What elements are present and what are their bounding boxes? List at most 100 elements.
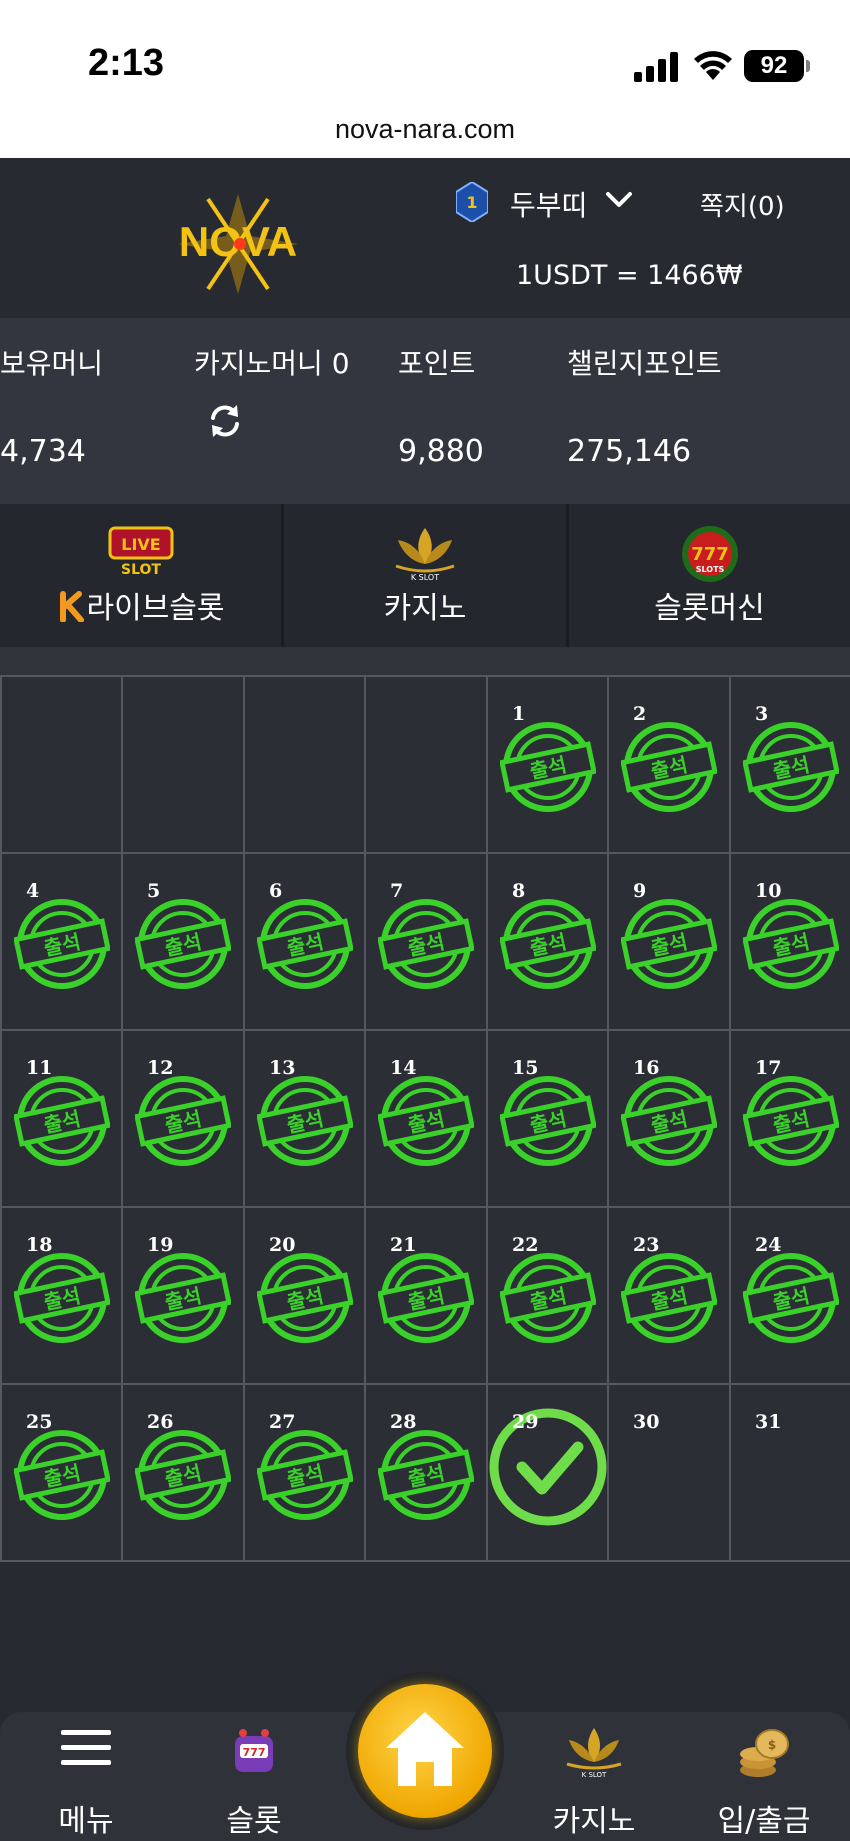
nav-casino[interactable]: K SLOT 카지노 [524,1712,664,1841]
attendance-stamp-icon: 출석 [135,1430,231,1520]
calendar-day-number: 8 [512,880,526,902]
hamburger-icon [61,1730,111,1765]
nav-slot[interactable]: 777 슬롯 [184,1712,324,1841]
balance-panel: 보유머니 4,734 카지노머니 0 포인트 9,880 챌린지포인트 275,… [0,318,850,504]
calendar-day-number: 11 [26,1057,53,1079]
nav-deposit-withdraw-label: 입/출금 [717,1804,811,1839]
calendar-day-cell: 출석 4 [0,852,123,1031]
calendar-day-number: 20 [269,1234,296,1256]
calendar-day-cell: 출석 17 [729,1029,850,1208]
attendance-stamp-icon: 출석 [135,1253,231,1343]
check-circle-icon [489,1408,607,1526]
calendar-day-number: 18 [26,1234,53,1256]
nav-menu-label: 메뉴 [58,1804,114,1839]
svg-text:$: $ [768,1738,776,1752]
calendar-day-cell: 출석 15 [486,1029,609,1208]
calendar-day-number: 14 [390,1057,417,1079]
calendar-day-cell: 출석 8 [486,852,609,1031]
k-slot-lotus-logo-icon: K SLOT [395,528,455,582]
slot-machine-icon: 777 [235,1729,273,1772]
attendance-stamp-icon: 출석 [500,722,596,812]
url-bar[interactable]: nova-nara.com [0,100,850,158]
calendar-day-number: 23 [633,1234,660,1256]
attendance-stamp-icon: 출석 [257,1076,353,1166]
attendance-stamp-icon: 출석 [135,899,231,989]
calendar-day-number: 9 [633,880,647,902]
battery-icon: 92 [744,50,804,82]
svg-text:SLOT: SLOT [121,562,161,576]
nova-logo[interactable]: NOVA [148,194,328,294]
calendar-day-cell: 출석 10 [729,852,850,1031]
calendar-day-number: 25 [26,1411,53,1433]
svg-text:SLOTS: SLOTS [695,565,724,574]
777-slots-logo-icon: 777 SLOTS [681,526,738,582]
calendar-day-number: 3 [755,703,769,725]
tab-casino-label: 카지노 [383,591,467,626]
calendar-day-number: 29 [512,1411,539,1433]
username[interactable]: 두부띠 [510,184,587,224]
home-button[interactable] [358,1684,492,1818]
calendar-day-cell: 31 [729,1383,850,1562]
attendance-stamp-icon: 출석 [378,1430,474,1520]
site-header: NOVA 1 두부띠 쪽지(0) 1USDT = 1466₩ [0,158,850,318]
tab-casino[interactable]: K SLOT 카지노 [284,504,566,647]
calendar-day-number: 4 [26,880,40,902]
status-time: 2:13 [88,42,165,84]
home-icon [386,1712,464,1786]
attendance-stamp-icon: 출석 [500,899,596,989]
calendar-day-number: 12 [147,1057,174,1079]
nav-deposit-withdraw[interactable]: $ 입/출금 [694,1712,834,1841]
calendar-day-cell: 30 [607,1383,731,1562]
calendar-day-cell: 출석 5 [121,852,245,1031]
nav-casino-label: 카지노 [552,1804,636,1839]
chevron-down-icon[interactable] [604,188,634,212]
calendar-day-cell: 출석 24 [729,1206,850,1385]
calendar-day-number: 21 [390,1234,417,1256]
tab-slot-machine[interactable]: 777 SLOTS 슬롯머신 [569,504,850,647]
attendance-stamp-icon: 출석 [500,1076,596,1166]
tab-live-slot-label: 라이브슬롯 [0,583,281,627]
refresh-icon[interactable] [206,402,244,440]
calendar-day-number: 2 [633,703,647,725]
calendar-empty-cell [0,675,123,854]
wifi-icon [694,51,732,80]
tab-live-slot[interactable]: LIVE SLOT 라이브슬롯 [0,504,281,647]
attendance-stamp-icon: 출석 [14,1076,110,1166]
calendar-day-number: 15 [512,1057,539,1079]
calendar-day-cell: 출석 14 [364,1029,488,1208]
calendar-day-cell: 출석 21 [364,1206,488,1385]
live-slot-logo-icon: LIVE SLOT [108,526,173,576]
attendance-stamp-icon: 출석 [500,1253,596,1343]
calendar-day-number: 24 [755,1234,782,1256]
calendar-day-cell: 출석 7 [364,852,488,1031]
svg-text:1: 1 [466,193,477,212]
exchange-rate: 1USDT = 1466₩ [516,260,743,291]
calendar-day-cell: 출석 3 [729,675,850,854]
nav-menu[interactable]: 메뉴 [16,1712,156,1841]
calendar-empty-cell [121,675,245,854]
attendance-stamp-icon: 출석 [621,899,717,989]
status-bar: 2:13 92 [0,0,850,100]
messages-link[interactable]: 쪽지(0) [700,186,785,223]
attendance-stamp-icon: 출석 [378,1076,474,1166]
calendar-day-number: 28 [390,1411,417,1433]
calendar-day-number: 1 [512,703,526,725]
points-label: 포인트 [398,347,476,380]
calendar-day-number: 16 [633,1057,660,1079]
calendar-day-number: 17 [755,1057,782,1079]
calendar-day-cell: 출석 25 [0,1383,123,1562]
calendar-day-cell: 출석 2 [607,675,731,854]
attendance-stamp-icon: 출석 [378,1253,474,1343]
attendance-stamp-icon: 출석 [257,1253,353,1343]
svg-text:K SLOT: K SLOT [582,1771,607,1778]
calendar-day-cell: 출석 6 [243,852,366,1031]
calendar-empty-cell [243,675,366,854]
level-badge-icon: 1 [456,182,488,222]
calendar-day-cell: 출석 27 [243,1383,366,1562]
attendance-stamp-icon: 출석 [257,1430,353,1520]
attendance-calendar: 출석 1 출석 2 출석 3 출석 4 출석 5 출석 6 출석 7 출석 8 출석 9 출석 10 출석 11 출석 12 출… [0,647,850,1562]
calendar-day-cell: 출석 16 [607,1029,731,1208]
calendar-day-cell: 출석 26 [121,1383,245,1562]
svg-text:777: 777 [691,544,729,565]
attendance-stamp-icon: 출석 [621,722,717,812]
